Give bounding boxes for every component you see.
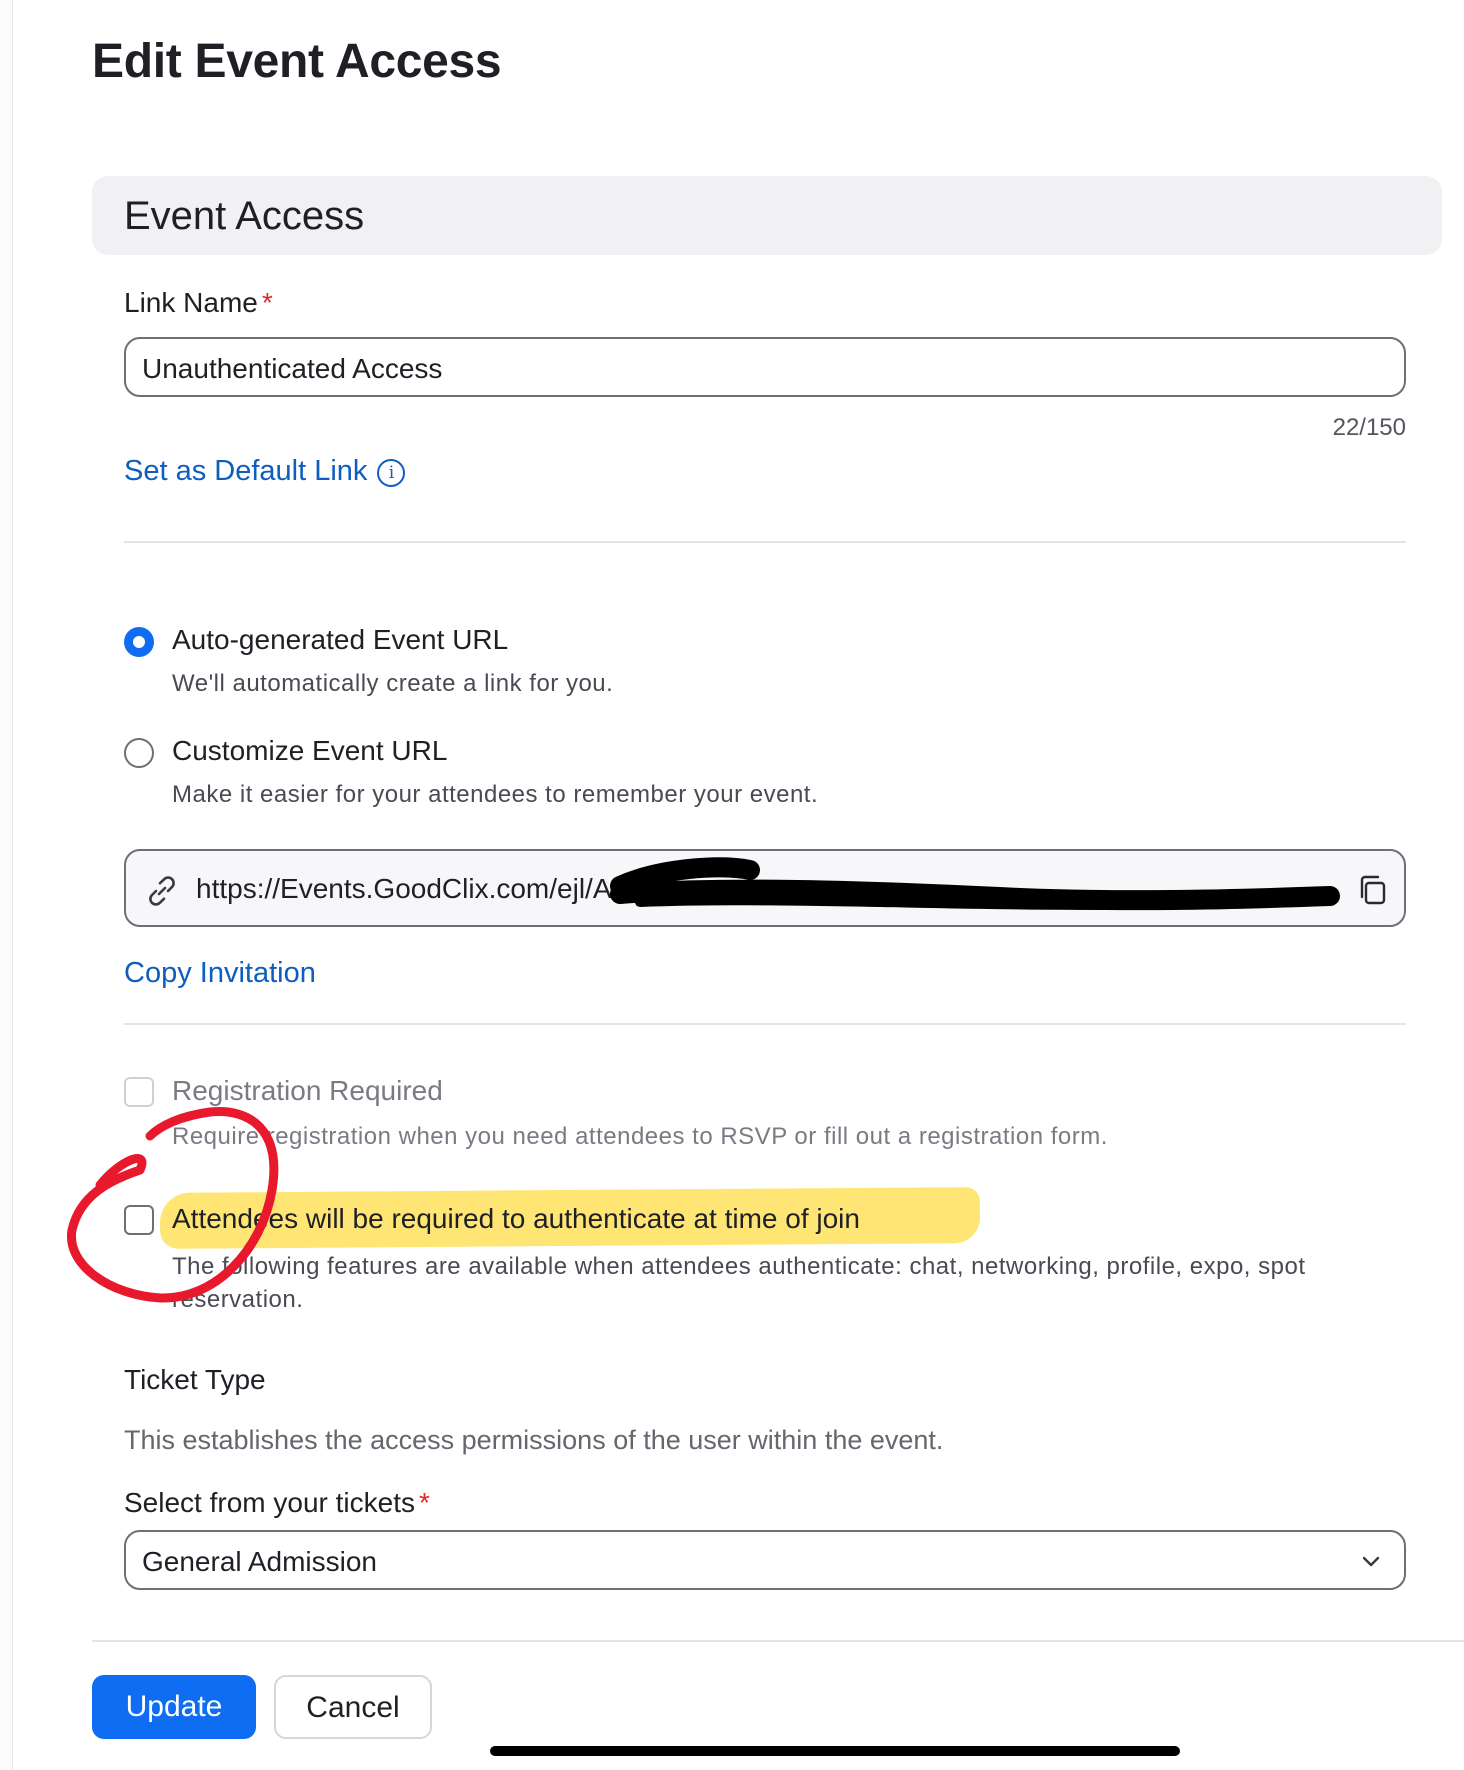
update-button[interactable]: Update [92,1675,256,1739]
section-title: Event Access [124,194,365,238]
copy-invitation-link[interactable]: Copy Invitation [124,957,316,990]
link-name-label-text: Link Name [124,287,258,318]
chevron-down-icon [1362,1556,1380,1567]
left-border [0,0,13,1770]
event-url-value: https://Events.GoodClix.com/ejl/A [196,873,612,904]
ticket-type-heading: Ticket Type [124,1364,266,1395]
auto-url-description: We'll automatically create a link for yo… [172,670,614,697]
link-icon [149,876,175,906]
set-default-link-label: Set as Default Link [124,455,368,487]
link-name-value: Unauthenticated Access [142,353,443,384]
required-asterisk: * [261,287,273,318]
section-header: Event Access [92,176,1442,255]
ticket-type-description: This establishes the access permissions … [124,1425,944,1455]
character-counter: 22/150 [1332,414,1406,441]
ticket-select-value: General Admission [142,1546,378,1577]
info-icon[interactable]: i [377,459,406,487]
auto-url-title: Auto-generated Event URL [172,624,509,655]
divider [124,541,1406,543]
authenticate-attendees-checkbox[interactable] [124,1205,154,1235]
home-indicator [490,1746,1180,1756]
customize-url-title: Customize Event URL [172,735,448,766]
page-title: Edit Event Access [92,35,502,88]
copy-icon[interactable] [1356,873,1390,907]
footer-divider [92,1640,1464,1642]
radio-customize-url[interactable] [124,738,154,768]
cancel-button[interactable]: Cancel [274,1675,432,1739]
link-name-input[interactable]: Unauthenticated Access [124,337,1406,397]
required-asterisk: * [418,1487,430,1518]
select-tickets-label-text: Select from your tickets [124,1487,415,1518]
divider [124,1023,1406,1025]
radio-auto-generated-url[interactable] [124,627,154,657]
registration-required-description: Require registration when you need atten… [172,1123,1108,1150]
redaction-scribble [610,857,1340,911]
authenticate-attendees-title: Attendees will be required to authentica… [172,1203,860,1234]
link-name-label: Link Name * [124,287,273,319]
registration-required-title: Registration Required [172,1075,443,1106]
ticket-select[interactable]: General Admission [124,1530,1406,1590]
registration-required-checkbox[interactable] [124,1077,154,1107]
select-tickets-label: Select from your tickets * [124,1487,430,1519]
set-default-link[interactable]: Set as Default Link i [124,455,406,488]
authenticate-attendees-description: The following features are available whe… [172,1253,1306,1313]
customize-url-description: Make it easier for your attendees to rem… [172,781,819,808]
